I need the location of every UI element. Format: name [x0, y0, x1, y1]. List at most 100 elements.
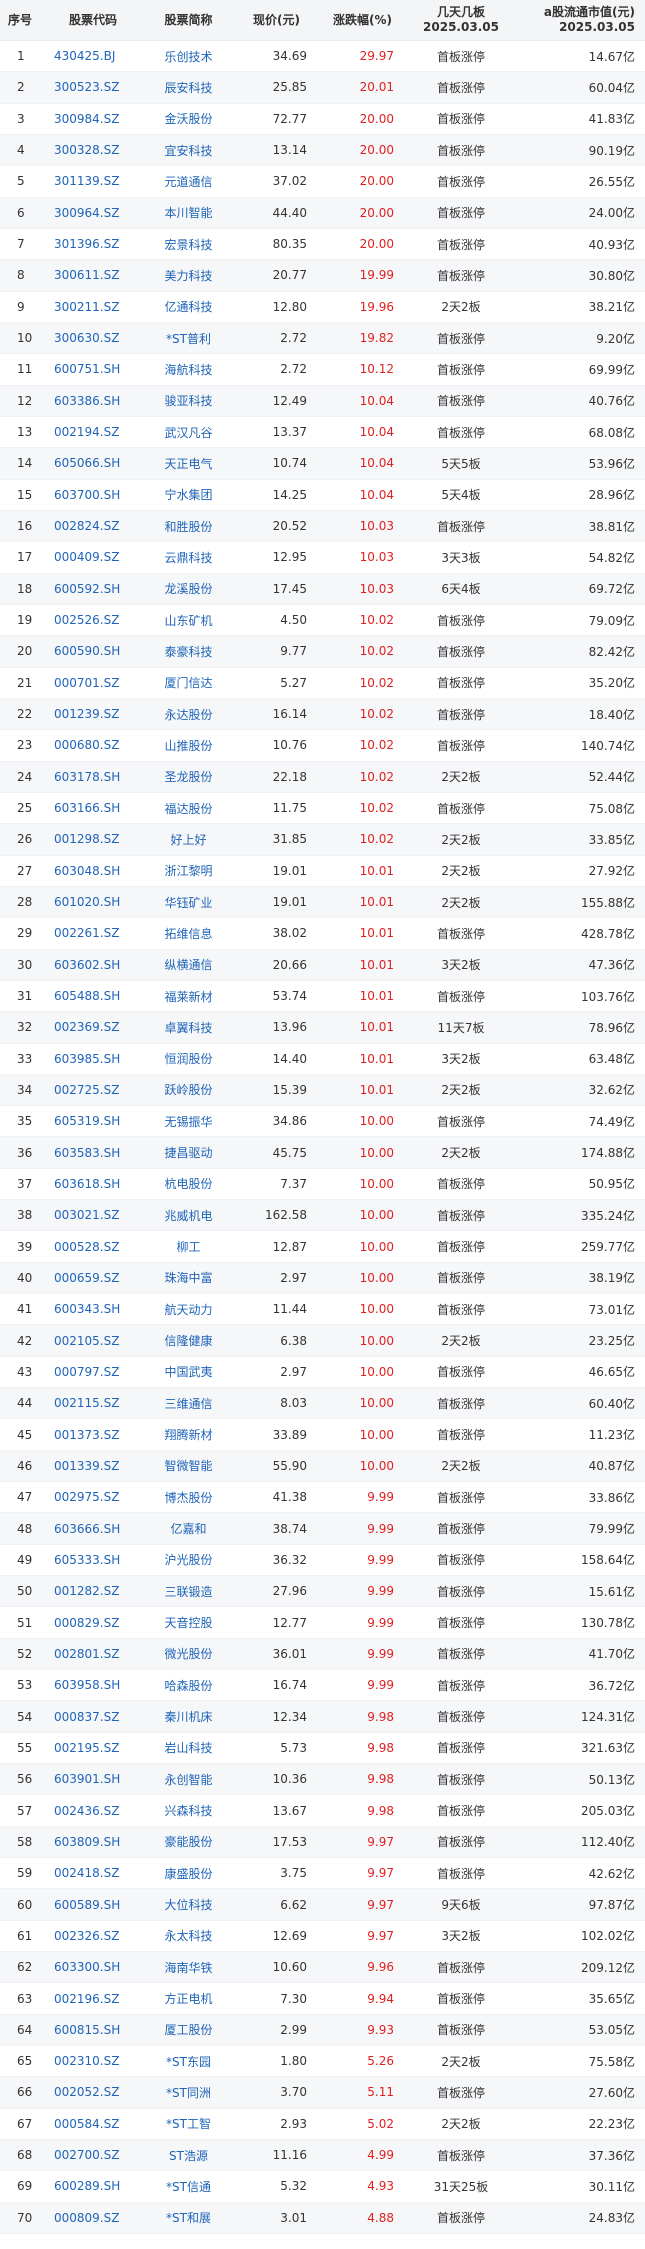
stock-code-link[interactable]: 000809.SZ — [45, 2202, 141, 2234]
stock-name-link[interactable]: 永达股份 — [141, 698, 236, 731]
stock-name-link[interactable]: 云鼎科技 — [141, 541, 236, 574]
stock-name-link[interactable]: 沪光股份 — [141, 1544, 236, 1577]
stock-name-link[interactable]: 好上好 — [141, 823, 236, 856]
stock-code-link[interactable]: 300523.SZ — [45, 71, 141, 104]
stock-name-link[interactable]: 圣龙股份 — [141, 761, 236, 793]
stock-name-link[interactable]: 和胜股份 — [141, 510, 236, 543]
stock-code-link[interactable]: 000797.SZ — [45, 1356, 141, 1389]
stock-code-link[interactable]: 605333.SH — [45, 1544, 141, 1577]
stock-name-link[interactable]: 柳工 — [141, 1230, 236, 1263]
stock-code-link[interactable]: 603901.SH — [45, 1763, 141, 1796]
stock-code-link[interactable]: 603985.SH — [45, 1043, 141, 1075]
header-index[interactable]: 序号 — [0, 0, 45, 41]
stock-code-link[interactable]: 600815.SH — [45, 2014, 141, 2047]
stock-name-link[interactable]: 浙江黎明 — [141, 855, 236, 887]
stock-code-link[interactable]: 001282.SZ — [45, 1575, 141, 1608]
stock-code-link[interactable]: 300984.SZ — [45, 103, 141, 135]
stock-name-link[interactable]: 乐创技术 — [141, 40, 236, 73]
stock-name-link[interactable]: 华钰矿业 — [141, 886, 236, 919]
stock-name-link[interactable]: 金沃股份 — [141, 103, 236, 135]
stock-name-link[interactable]: 天音控股 — [141, 1606, 236, 1639]
stock-name-link[interactable]: 骏亚科技 — [141, 385, 236, 417]
stock-code-link[interactable]: 603166.SH — [45, 792, 141, 825]
header-price[interactable]: 现价(元) — [236, 0, 317, 41]
stock-code-link[interactable]: 603048.SH — [45, 855, 141, 887]
header-change-pct[interactable]: 涨跌幅(%) — [317, 0, 408, 41]
stock-code-link[interactable]: 300211.SZ — [45, 291, 141, 323]
stock-code-link[interactable]: 600343.SH — [45, 1293, 141, 1326]
stock-code-link[interactable]: 002310.SZ — [45, 2045, 141, 2078]
stock-code-link[interactable]: 000659.SZ — [45, 1262, 141, 1295]
stock-code-link[interactable]: 000680.SZ — [45, 729, 141, 762]
stock-name-link[interactable]: 杭电股份 — [141, 1168, 236, 1201]
stock-name-link[interactable]: 山推股份 — [141, 729, 236, 762]
stock-name-link[interactable]: 辰安科技 — [141, 71, 236, 104]
stock-code-link[interactable]: 600289.SH — [45, 2170, 141, 2203]
stock-name-link[interactable]: 本川智能 — [141, 197, 236, 229]
stock-code-link[interactable]: 603618.SH — [45, 1168, 141, 1201]
stock-name-link[interactable]: 福莱新材 — [141, 980, 236, 1013]
stock-code-link[interactable]: 605066.SH — [45, 447, 141, 480]
stock-code-link[interactable]: 300611.SZ — [45, 259, 141, 292]
stock-name-link[interactable]: 厦工股份 — [141, 2014, 236, 2047]
header-board-days[interactable]: 几天几板 2025.03.05 — [408, 0, 514, 41]
stock-name-link[interactable]: 厦门信达 — [141, 667, 236, 699]
stock-code-link[interactable]: 002115.SZ — [45, 1387, 141, 1420]
stock-code-link[interactable]: 001239.SZ — [45, 698, 141, 731]
stock-code-link[interactable]: 301396.SZ — [45, 228, 141, 261]
stock-code-link[interactable]: 002105.SZ — [45, 1324, 141, 1357]
stock-code-link[interactable]: 603300.SH — [45, 1951, 141, 1984]
stock-code-link[interactable]: 002526.SZ — [45, 604, 141, 637]
stock-code-link[interactable]: 002824.SZ — [45, 510, 141, 543]
stock-name-link[interactable]: 捷昌驱动 — [141, 1136, 236, 1169]
stock-code-link[interactable]: 605319.SH — [45, 1105, 141, 1138]
stock-code-link[interactable]: 000829.SZ — [45, 1606, 141, 1639]
stock-name-link[interactable]: 宏景科技 — [141, 228, 236, 261]
stock-code-link[interactable]: 000837.SZ — [45, 1700, 141, 1733]
stock-name-link[interactable]: 武汉凡谷 — [141, 416, 236, 449]
stock-name-link[interactable]: 拓维信息 — [141, 917, 236, 950]
stock-code-link[interactable]: 600751.SH — [45, 353, 141, 386]
stock-code-link[interactable]: 603809.SH — [45, 1826, 141, 1859]
stock-name-link[interactable]: 兆威机电 — [141, 1199, 236, 1232]
stock-code-link[interactable]: 002261.SZ — [45, 917, 141, 950]
stock-name-link[interactable]: 三联锻造 — [141, 1575, 236, 1608]
stock-code-link[interactable]: 001298.SZ — [45, 823, 141, 856]
stock-code-link[interactable]: 002801.SZ — [45, 1638, 141, 1671]
stock-name-link[interactable]: 美力科技 — [141, 259, 236, 292]
stock-name-link[interactable]: 珠海中富 — [141, 1262, 236, 1295]
header-stock-name[interactable]: 股票简称 — [141, 0, 236, 41]
stock-name-link[interactable]: 元道通信 — [141, 165, 236, 198]
stock-code-link[interactable]: 603958.SH — [45, 1669, 141, 1702]
stock-name-link[interactable]: 龙溪股份 — [141, 573, 236, 605]
stock-name-link[interactable]: 跃岭股份 — [141, 1074, 236, 1107]
stock-name-link[interactable]: 微光股份 — [141, 1638, 236, 1671]
stock-code-link[interactable]: 600590.SH — [45, 635, 141, 668]
stock-name-link[interactable]: 海航科技 — [141, 353, 236, 386]
stock-code-link[interactable]: 600589.SH — [45, 1888, 141, 1921]
stock-name-link[interactable]: 福达股份 — [141, 792, 236, 825]
stock-code-link[interactable]: 002418.SZ — [45, 1857, 141, 1890]
stock-name-link[interactable]: *ST工智 — [141, 2108, 236, 2140]
stock-name-link[interactable]: 兴森科技 — [141, 1794, 236, 1827]
stock-code-link[interactable]: 300630.SZ — [45, 322, 141, 355]
stock-name-link[interactable]: 大位科技 — [141, 1888, 236, 1921]
stock-name-link[interactable]: 纵横通信 — [141, 949, 236, 981]
stock-name-link[interactable]: 亿通科技 — [141, 291, 236, 323]
stock-code-link[interactable]: 002975.SZ — [45, 1481, 141, 1514]
stock-name-link[interactable]: *ST东园 — [141, 2045, 236, 2078]
stock-code-link[interactable]: 002369.SZ — [45, 1011, 141, 1044]
stock-code-link[interactable]: 002196.SZ — [45, 1982, 141, 2015]
stock-code-link[interactable]: 603700.SH — [45, 479, 141, 511]
stock-code-link[interactable]: 002326.SZ — [45, 1920, 141, 1953]
stock-name-link[interactable]: 恒润股份 — [141, 1043, 236, 1075]
stock-code-link[interactable]: 601020.SH — [45, 886, 141, 919]
stock-name-link[interactable]: 翔腾新材 — [141, 1418, 236, 1451]
stock-name-link[interactable]: 卓翼科技 — [141, 1011, 236, 1044]
stock-code-link[interactable]: 000409.SZ — [45, 541, 141, 574]
stock-name-link[interactable]: 信隆健康 — [141, 1324, 236, 1357]
stock-name-link[interactable]: 豪能股份 — [141, 1826, 236, 1859]
header-float-cap[interactable]: a股流通市值(元) 2025.03.05 — [514, 0, 645, 41]
stock-code-link[interactable]: 001339.SZ — [45, 1450, 141, 1483]
stock-name-link[interactable]: 三维通信 — [141, 1387, 236, 1420]
